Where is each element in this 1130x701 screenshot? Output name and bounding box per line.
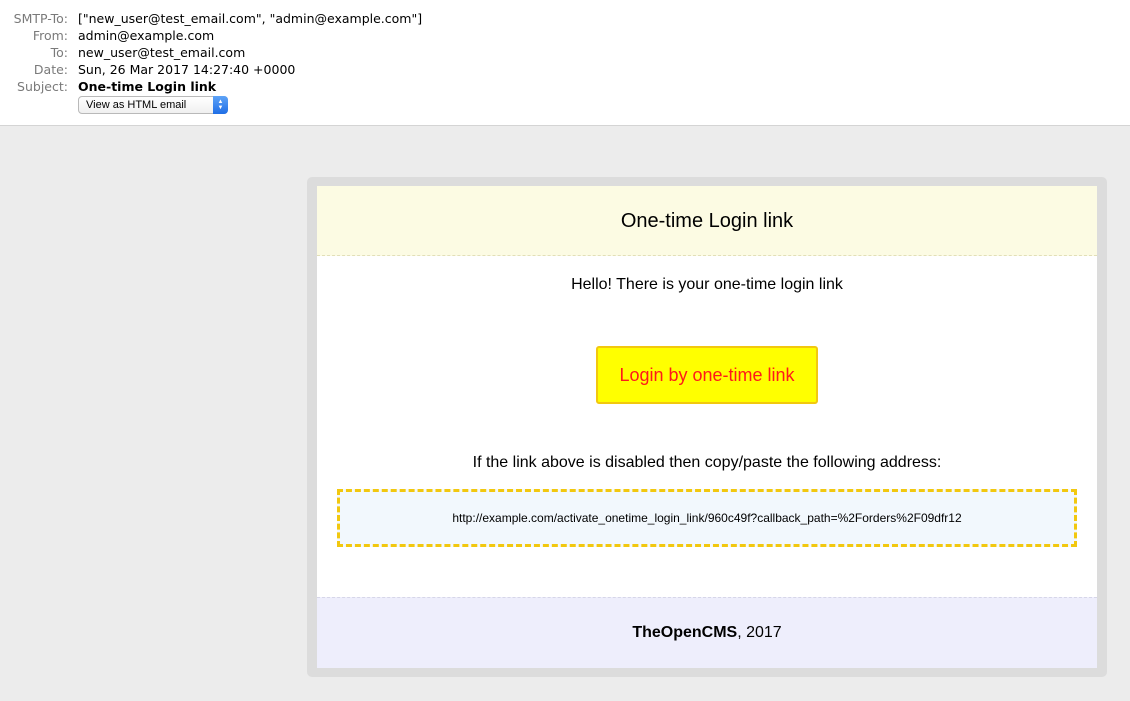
footer-year: , 2017	[737, 624, 782, 641]
date-label: Date:	[33, 62, 68, 77]
email-footer: TheOpenCMS, 2017	[317, 597, 1097, 668]
subject-value: One-time Login link	[78, 79, 217, 94]
to-label: To:	[50, 45, 68, 60]
email-headers: SMTP-To: ["new_user@test_email.com", "ad…	[0, 0, 1130, 126]
login-url[interactable]: http://example.com/activate_onetime_logi…	[452, 511, 961, 525]
email-card: One-time Login link Hello! There is your…	[317, 186, 1097, 668]
copy-instruction: If the link above is disabled then copy/…	[472, 454, 942, 471]
from-label: From:	[32, 28, 68, 43]
smtp-to-label: SMTP-To:	[13, 11, 68, 26]
to-value: new_user@test_email.com	[78, 45, 246, 60]
footer-brand: TheOpenCMS	[632, 624, 738, 641]
smtp-to-value: ["new_user@test_email.com", "admin@examp…	[78, 11, 423, 26]
greeting-text: Hello! There is your one-time login link	[571, 276, 843, 293]
login-link-button[interactable]: Login by one-time link	[596, 346, 818, 404]
email-title: One-time Login link	[317, 186, 1097, 256]
view-mode-selected: View as HTML email	[86, 99, 187, 111]
subject-label: Subject:	[17, 79, 68, 94]
from-value: admin@example.com	[78, 28, 215, 43]
select-arrows-icon: ▲ ▼	[213, 96, 228, 114]
view-mode-select[interactable]: View as HTML email ▲ ▼	[78, 96, 228, 114]
email-frame: One-time Login link Hello! There is your…	[307, 177, 1107, 677]
date-value: Sun, 26 Mar 2017 14:27:40 +0000	[78, 62, 296, 77]
login-url-box[interactable]: http://example.com/activate_onetime_logi…	[337, 489, 1077, 547]
